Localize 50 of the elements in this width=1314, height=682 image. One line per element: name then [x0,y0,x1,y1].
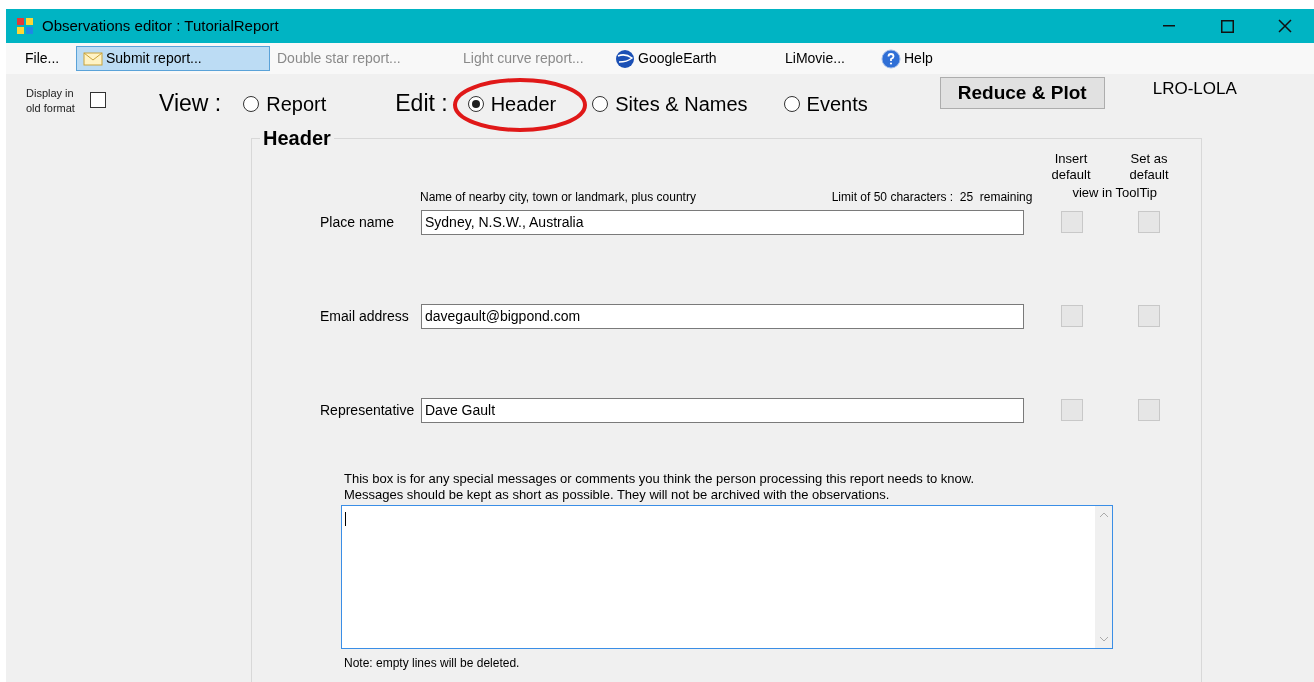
column-heading: view in ToolTip [1072,185,1157,201]
envelope-icon [83,50,103,67]
scroll-down-icon[interactable] [1098,636,1109,642]
checkbox[interactable] [1138,399,1160,421]
radio-option[interactable]: Report [243,89,337,119]
menu-item[interactable]: Submit report... [76,46,270,71]
menu-item[interactable]: GoogleEarth [608,46,778,71]
scroll-bar[interactable] [1095,506,1112,648]
message-instructions: Messages should be kept as short as possible. They will not be archived with the observations. [344,487,891,503]
checkbox[interactable] [1138,305,1160,327]
column-heading: Set as default [1128,151,1170,184]
radio-button[interactable] [243,96,260,112]
message-instructions: This box is for any special messages or comments you think the person processing this report needs to know. [344,471,976,487]
checkbox[interactable] [1061,399,1083,421]
reduce-plot-button[interactable]: Reduce & Plot [939,77,1105,109]
input-field[interactable]: Dave Gault [421,397,1024,423]
old-format-label: Display in old format [26,86,76,116]
field-label: Place name [320,213,395,232]
minimize-icon [1163,25,1175,27]
radio-option[interactable]: Events [783,89,878,119]
limit-text: Limit of 50 characters : 25 remaining [830,191,1033,203]
radio-button[interactable] [467,96,484,112]
field-label: Email address [320,307,410,326]
radio-button[interactable] [783,96,800,112]
hint-text: Name of nearby city, town or landmark, plus country [420,191,696,203]
message-textarea[interactable] [341,505,1113,649]
maximize-icon [1220,19,1234,33]
text-cursor [345,512,346,526]
menu-item[interactable]: File... [18,46,76,71]
checkbox[interactable] [1138,211,1160,233]
radio-option[interactable]: Sites & Names [592,89,758,119]
input-field[interactable]: davegault@bigpond.com [421,303,1024,329]
globe-icon [615,48,635,69]
old-format-checkbox[interactable] [90,92,106,108]
view-label: View : [159,89,222,118]
checkbox[interactable] [1061,305,1083,327]
close-icon [1278,19,1292,33]
radio-button[interactable] [592,96,609,112]
note-text: Note: empty lines will be deleted. [344,655,521,672]
edit-label: Edit : [395,89,448,118]
checkbox[interactable] [1061,211,1083,233]
field-label: Representative [320,401,416,420]
window-title: Observations editor : TutorialReport [42,15,279,36]
help-icon [881,48,901,69]
scroll-up-icon[interactable] [1098,512,1109,518]
input-field[interactable]: Sydney, N.S.W., Australia [421,209,1024,235]
app-icon [16,17,34,35]
mission-label: LRO-LOLA [1152,78,1237,100]
menu-item[interactable]: Help [874,46,954,71]
menu-item[interactable]: LiMovie... [778,46,874,71]
